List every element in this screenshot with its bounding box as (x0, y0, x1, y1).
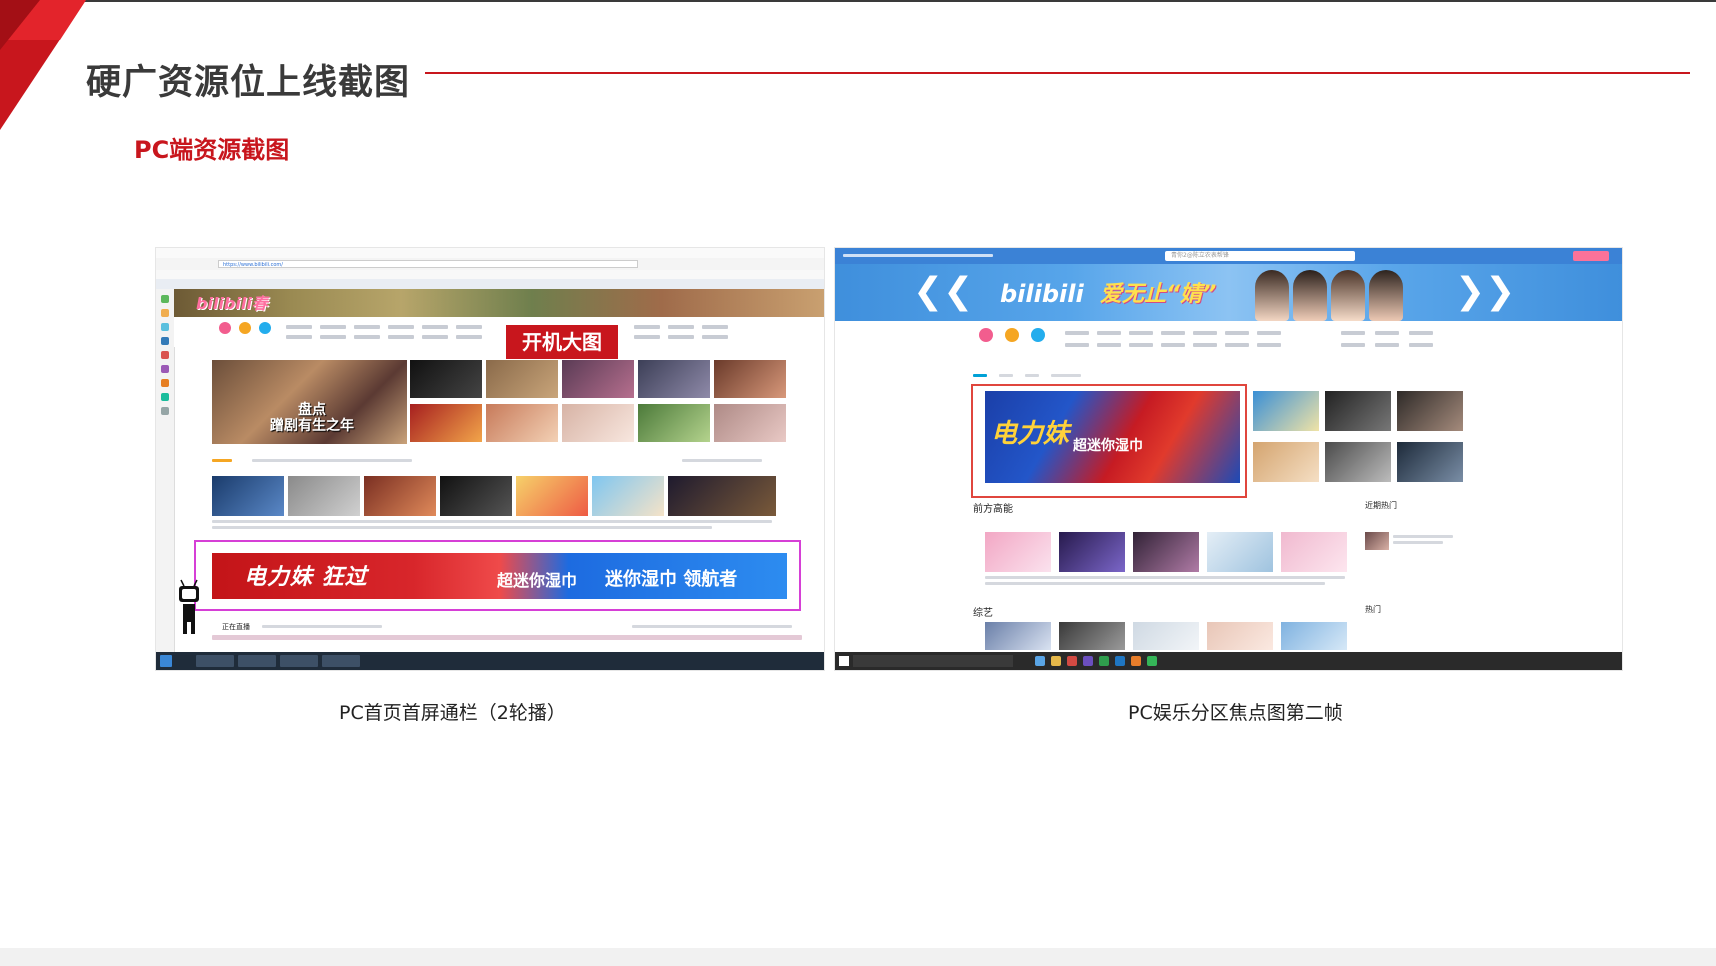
video-thumb[interactable] (714, 404, 786, 442)
ad-product: 超迷你湿巾 (497, 571, 578, 590)
video-thumb[interactable] (1253, 391, 1319, 431)
top-border-line (0, 0, 1716, 2)
promo-thumb[interactable] (440, 476, 512, 516)
section-title-highlights: 前方高能 (973, 504, 1013, 515)
screenshot-homepage: https://www.bilibili.com/ bilibili春 盘点 蹭… (155, 247, 825, 671)
home-icon (219, 322, 231, 334)
section-title-variety: 综艺 (973, 608, 993, 619)
category-nav (835, 321, 1622, 361)
promo-thumb[interactable] (592, 476, 664, 516)
video-thumb[interactable] (638, 404, 710, 442)
screenshot-entertainment: 青你2@陈立农表帮锋 ❮❮ bilibili 爱无止“婧” ❯❯ 电力妹 超迷你… (834, 247, 1623, 671)
homepage-banner-ad[interactable]: 电力妹 狂过 超迷你湿巾 迷你湿巾 领航者 (212, 553, 787, 599)
home-carousel[interactable]: 盘点 蹭剧有生之年 (212, 360, 407, 444)
video-thumb[interactable] (1059, 622, 1125, 650)
idol-image (1369, 270, 1403, 321)
banner-slogan: 爱无止“婧” (1100, 282, 1217, 307)
site-top-bar: 青你2@陈立农表帮锋 (835, 248, 1622, 264)
video-thumb[interactable] (1207, 622, 1273, 650)
search-input[interactable]: 青你2@陈立农表帮锋 (1165, 251, 1355, 261)
promo-thumb[interactable] (668, 476, 776, 516)
video-thumb[interactable] (985, 532, 1051, 572)
idol-image (1255, 270, 1289, 321)
focus-product: 超迷你湿巾 (1073, 438, 1143, 454)
caption-entertainment: PC娱乐分区焦点图第二帧 (1128, 702, 1343, 724)
focus-headline: 电力妹 (991, 419, 1070, 449)
video-thumb[interactable] (1365, 532, 1389, 550)
video-thumb[interactable] (562, 360, 634, 398)
site-header-banner (174, 289, 824, 317)
video-thumb[interactable] (1397, 442, 1463, 482)
os-taskbar (835, 652, 1622, 670)
title-divider (425, 72, 1690, 74)
corner-decoration (0, 0, 86, 130)
video-thumb[interactable] (638, 360, 710, 398)
idol-image (1331, 270, 1365, 321)
video-thumb[interactable] (1325, 391, 1391, 431)
video-thumb[interactable] (985, 622, 1051, 650)
live-label: 正在直播 (222, 623, 250, 631)
browser-sidebar (156, 289, 175, 652)
promo-section-header (212, 457, 777, 465)
video-thumb[interactable] (714, 360, 786, 398)
login-button[interactable] (1573, 251, 1609, 261)
zone-tabs[interactable] (973, 372, 1173, 380)
rank-icon (1031, 328, 1045, 342)
chevron-left-icon: ❮❮ (913, 271, 974, 312)
focus-carousel-ad[interactable]: 电力妹 超迷你湿巾 (985, 391, 1240, 483)
promo-thumb[interactable] (364, 476, 436, 516)
video-thumb[interactable] (410, 360, 482, 398)
feature-label-badge: 开机大图 (506, 325, 618, 359)
entertainment-banner: ❮❮ bilibili 爱无止“婧” ❯❯ (835, 264, 1622, 321)
rank-icon (259, 322, 271, 334)
promo-thumb[interactable] (212, 476, 284, 516)
video-thumb[interactable] (486, 404, 558, 442)
taskbar-search[interactable] (853, 655, 1013, 667)
video-thumb[interactable] (1397, 391, 1463, 431)
slide-title: 硬广资源位上线截图 (86, 63, 411, 103)
video-thumb[interactable] (1253, 442, 1319, 482)
video-thumb[interactable] (1133, 622, 1199, 650)
caption-homepage: PC首页首屏通栏（2轮播） (339, 702, 566, 724)
category-nav (174, 317, 824, 347)
video-thumb[interactable] (1281, 622, 1347, 650)
video-thumb[interactable] (1207, 532, 1273, 572)
ad-headline: 电力妹 狂过 (244, 565, 368, 590)
section-title-hot: 热门 (1365, 605, 1381, 614)
url-field: https://www.bilibili.com/ (218, 260, 638, 268)
slide-subtitle: PC端资源截图 (134, 136, 290, 164)
video-thumb[interactable] (1059, 532, 1125, 572)
footer-band (0, 948, 1716, 966)
section-title-trending: 近期热门 (1365, 501, 1397, 510)
promo-thumb[interactable] (288, 476, 360, 516)
tv-mascot-icon (179, 579, 199, 634)
video-thumb[interactable] (1133, 532, 1199, 572)
ad-slogan: 迷你湿巾 领航者 (605, 569, 738, 590)
video-thumb[interactable] (1325, 442, 1391, 482)
idol-image (1293, 270, 1327, 321)
promo-thumb[interactable] (516, 476, 588, 516)
windows-start-icon[interactable] (839, 656, 849, 666)
os-taskbar (156, 652, 824, 670)
video-thumb[interactable] (1281, 532, 1347, 572)
chevron-right-icon: ❯❯ (1455, 271, 1516, 312)
video-thumb[interactable] (562, 404, 634, 442)
dynamic-icon (1005, 328, 1019, 342)
live-section-header: 正在直播 (212, 620, 802, 642)
video-thumb[interactable] (410, 404, 482, 442)
dynamic-icon (239, 322, 251, 334)
carousel-caption: 盘点 蹭剧有生之年 (270, 402, 354, 434)
bilibili-logo: bilibili (1000, 280, 1084, 308)
video-thumb[interactable] (486, 360, 558, 398)
bilibili-logo: bilibili春 (196, 294, 268, 313)
home-icon (979, 328, 993, 342)
